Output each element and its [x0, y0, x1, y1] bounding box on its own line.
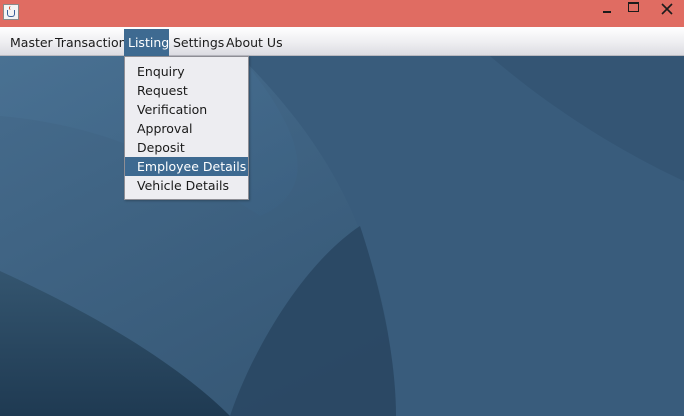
listing-dropdown-menu: Enquiry Request Verification Approval De… — [124, 56, 249, 200]
menu-settings[interactable]: Settings — [169, 30, 228, 55]
menu-transaction[interactable]: Transaction — [51, 30, 131, 55]
menu-bar: Master Transaction Listing Settings Abou… — [0, 27, 684, 56]
menu-listing[interactable]: Listing — [124, 29, 169, 56]
java-cup-icon[interactable] — [3, 4, 19, 20]
close-icon[interactable] — [655, 0, 679, 20]
desktop-background — [0, 56, 684, 416]
application-window: Master Transaction Listing Settings Abou… — [0, 0, 684, 416]
minimize-icon[interactable] — [596, 0, 618, 20]
menu-item-employee-details[interactable]: Employee Details — [125, 157, 248, 176]
menu-item-request[interactable]: Request — [125, 81, 248, 100]
menu-item-deposit[interactable]: Deposit — [125, 138, 248, 157]
menu-item-approval[interactable]: Approval — [125, 119, 248, 138]
maximize-icon[interactable] — [622, 0, 644, 20]
title-bar[interactable] — [0, 0, 684, 27]
menu-about-us[interactable]: About Us — [222, 30, 287, 55]
menu-item-verification[interactable]: Verification — [125, 100, 248, 119]
menu-item-enquiry[interactable]: Enquiry — [125, 62, 248, 81]
menu-master[interactable]: Master — [6, 30, 57, 55]
menu-item-vehicle-details[interactable]: Vehicle Details — [125, 176, 248, 195]
